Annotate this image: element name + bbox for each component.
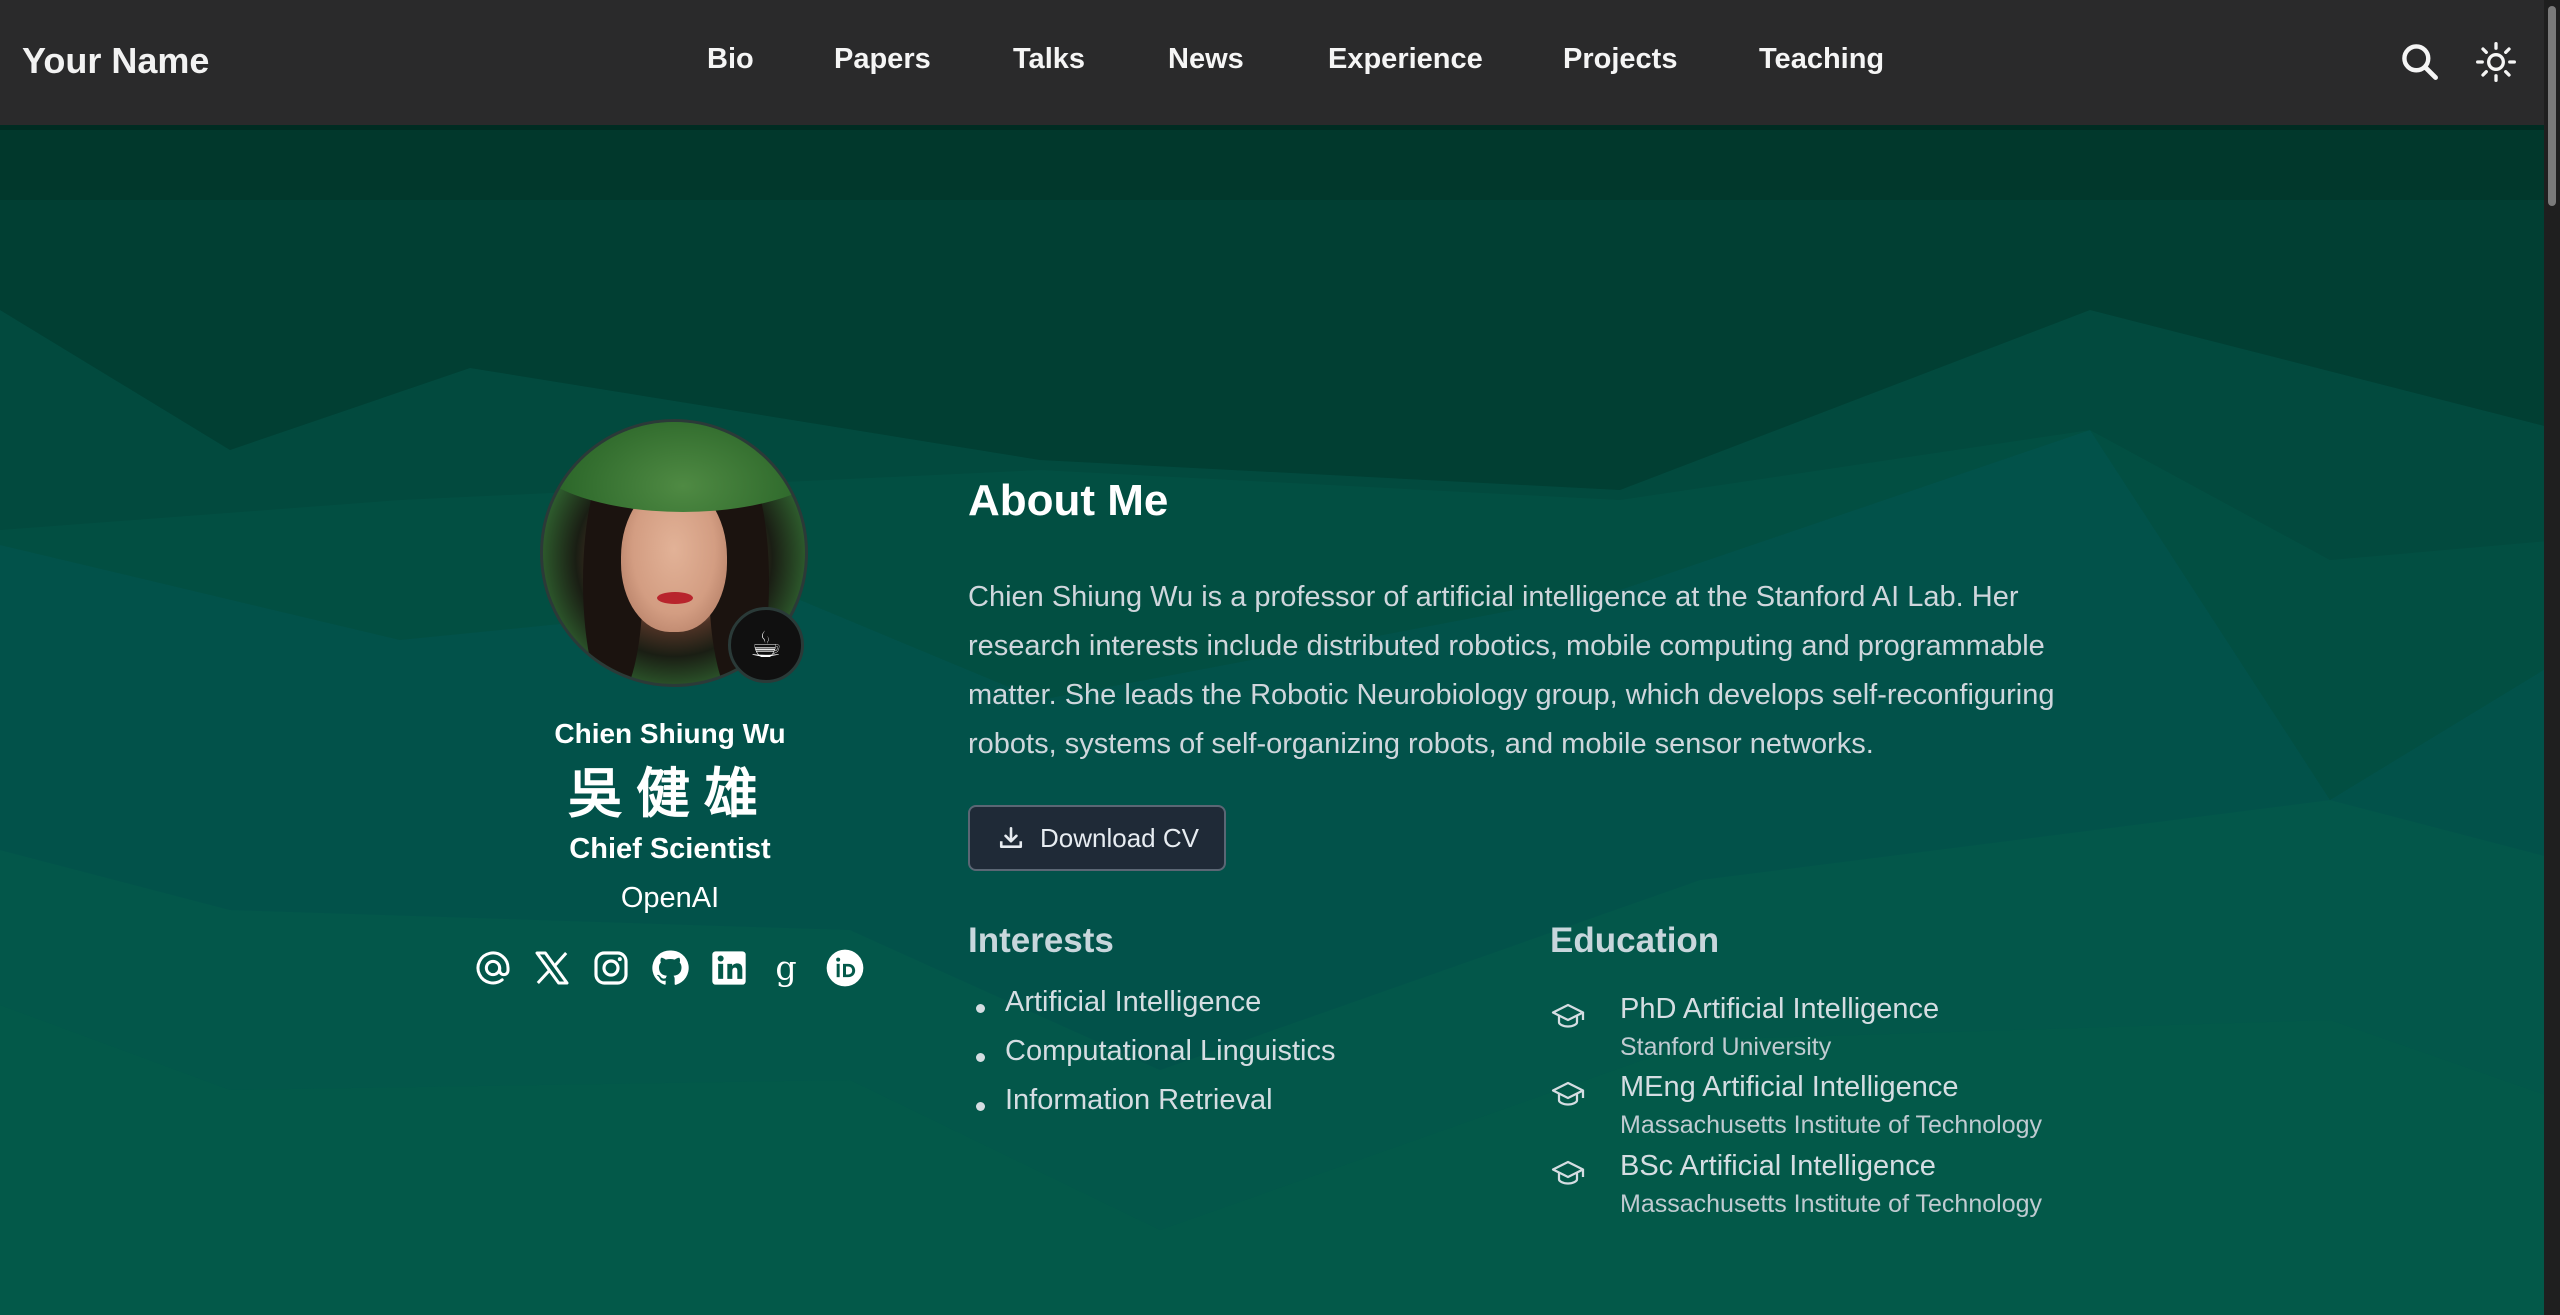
education-school: Massachusetts Institute of Technology — [1620, 1111, 2042, 1139]
nav-talks[interactable]: Talks — [1013, 43, 1085, 76]
profile-role: Chief Scientist — [569, 833, 771, 865]
github-icon[interactable] — [650, 948, 690, 988]
download-cv-button[interactable]: Download CV — [968, 805, 1226, 871]
nav-teaching[interactable]: Teaching — [1759, 43, 1884, 76]
nav-papers[interactable]: Papers — [834, 43, 931, 76]
about-title: About Me — [968, 476, 1169, 525]
nav-experience[interactable]: Experience — [1328, 43, 1483, 76]
interest-label: Artificial Intelligence — [1005, 986, 1262, 1018]
graduation-cap-icon — [1551, 1081, 1585, 1106]
about-bio-line: Chien Shiung Wu is a professor of artifi… — [968, 581, 2019, 613]
education-title: Education — [1550, 921, 1720, 960]
about-bio: Chien Shiung Wu is a professor of artifi… — [968, 573, 2108, 769]
interests-title: Interests — [968, 921, 1114, 960]
google-scholar-icon[interactable]: g — [766, 948, 806, 988]
search-icon[interactable] — [2398, 40, 2442, 84]
nav-news[interactable]: News — [1168, 43, 1244, 76]
nav-bio[interactable]: Bio — [707, 43, 754, 76]
x-icon[interactable] — [532, 948, 572, 988]
download-cv-label: Download CV — [1040, 822, 1199, 853]
education-degree: BSc Artificial Intelligence — [1620, 1150, 1936, 1182]
svg-text:g: g — [775, 949, 796, 988]
about-bio-line: matter. She leads the Robotic Neurobiolo… — [968, 679, 2055, 711]
education-degree: PhD Artificial Intelligence — [1620, 993, 1940, 1025]
about-bio-line: research interests include distributed r… — [968, 630, 2045, 662]
top-navbar: Your Name Bio Papers Talks News Experien… — [0, 0, 2560, 125]
education-degree: MEng Artificial Intelligence — [1620, 1071, 1959, 1103]
profile-avatar: ☕ — [540, 419, 808, 687]
sun-icon[interactable] — [2474, 40, 2518, 84]
page-scrollbar[interactable] — [2544, 0, 2560, 1315]
education-school: Stanford University — [1620, 1033, 1832, 1061]
at-icon[interactable] — [473, 948, 513, 988]
interest-label: Computational Linguistics — [1005, 1035, 1336, 1067]
education-school: Massachusetts Institute of Technology — [1620, 1190, 2042, 1218]
profile-organization: OpenAI — [620, 882, 720, 914]
interest-label: Information Retrieval — [1005, 1084, 1273, 1116]
profile-name-cjk: 吳健雄 — [568, 762, 772, 825]
linkedin-icon[interactable] — [709, 948, 749, 988]
site-brand[interactable]: Your Name — [22, 40, 209, 82]
profile-name: Chien Shiung Wu — [554, 718, 786, 749]
instagram-icon[interactable] — [591, 948, 631, 988]
about-bio-line: robots, systems of self-organizing robot… — [968, 728, 1874, 760]
graduation-cap-icon — [1551, 1160, 1585, 1185]
orcid-icon[interactable] — [825, 948, 865, 988]
nav-projects[interactable]: Projects — [1563, 43, 1677, 76]
download-icon — [999, 826, 1023, 848]
graduation-cap-icon — [1551, 1003, 1585, 1028]
status-badge: ☕ — [728, 607, 804, 683]
scrollbar-thumb[interactable] — [2548, 6, 2556, 206]
